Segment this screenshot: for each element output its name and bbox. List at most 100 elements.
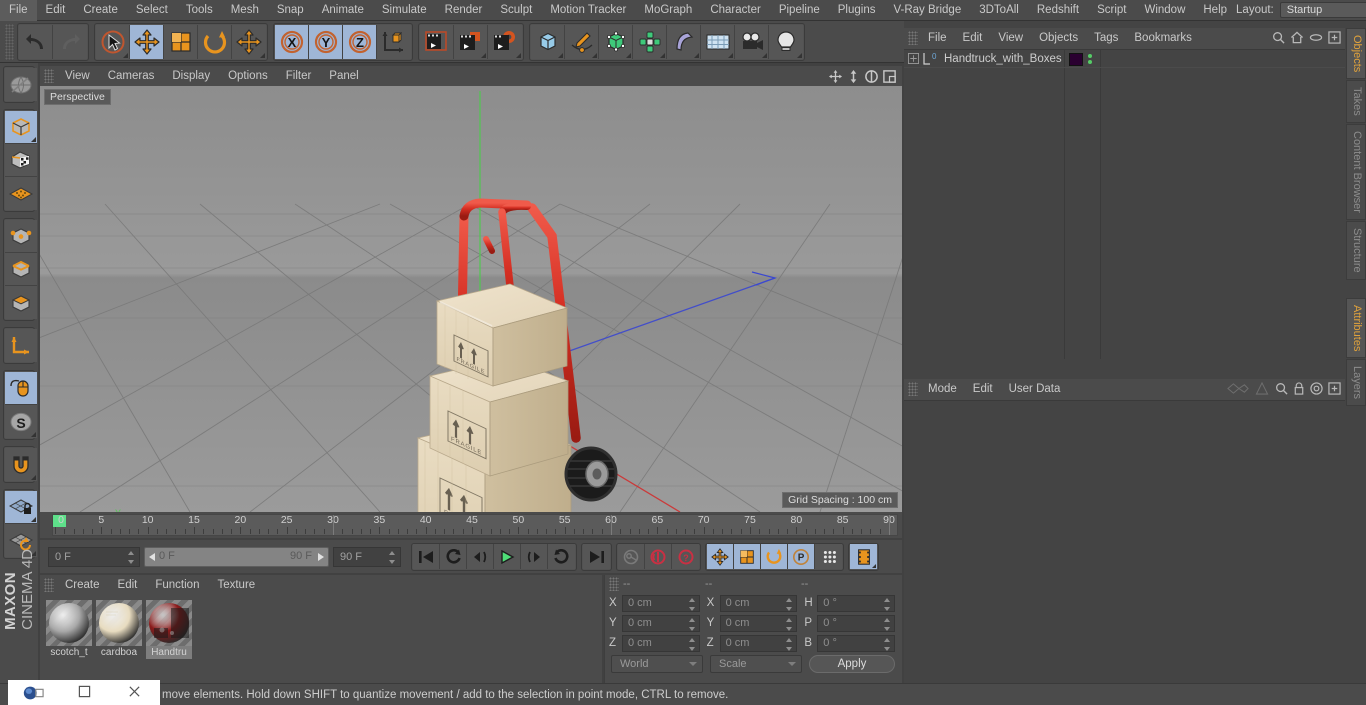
viewport-menu-display[interactable]: Display bbox=[163, 70, 219, 82]
spinner-icon[interactable] bbox=[884, 637, 891, 651]
spinner-icon[interactable] bbox=[389, 550, 396, 564]
size-mode-dropdown[interactable]: Scale bbox=[710, 655, 802, 673]
ellipse-icon[interactable] bbox=[1309, 31, 1323, 44]
move-duplicate-tool[interactable] bbox=[232, 24, 266, 59]
step-forward-button[interactable] bbox=[521, 544, 548, 569]
object-manager-grip[interactable] bbox=[908, 30, 918, 45]
material-preview[interactable] bbox=[46, 600, 92, 646]
position-y-field[interactable]: 0 cm bbox=[621, 614, 700, 632]
material-preview[interactable] bbox=[96, 600, 142, 646]
close-window-icon[interactable] bbox=[109, 685, 160, 701]
material-preview[interactable] bbox=[146, 600, 192, 646]
object-menu-file[interactable]: File bbox=[920, 32, 955, 44]
go-to-start-button[interactable] bbox=[413, 544, 440, 569]
material-menu-texture[interactable]: Texture bbox=[208, 579, 264, 591]
menu-item-mograph[interactable]: MoGraph bbox=[635, 0, 701, 21]
lock-z-axis[interactable]: Z bbox=[343, 24, 377, 59]
material-menu-create[interactable]: Create bbox=[56, 579, 109, 591]
current-frame-input[interactable]: 0 F bbox=[48, 546, 140, 567]
rotation-b-field[interactable]: 0 ° bbox=[817, 634, 896, 652]
undo-button[interactable] bbox=[19, 24, 53, 59]
toolbar-grip[interactable] bbox=[5, 23, 14, 60]
object-tag-swatch[interactable] bbox=[1069, 53, 1083, 66]
polygons-mode-button[interactable] bbox=[5, 286, 37, 319]
soft-selection-button[interactable]: S bbox=[5, 405, 37, 438]
play-button[interactable] bbox=[494, 544, 521, 569]
cinema4d-icon[interactable] bbox=[8, 684, 59, 701]
step-back-button[interactable] bbox=[467, 544, 494, 569]
viewport-grip[interactable] bbox=[44, 69, 54, 83]
add-spline-pen[interactable] bbox=[565, 24, 599, 59]
object-menu-view[interactable]: View bbox=[990, 32, 1031, 44]
material-menu-edit[interactable]: Edit bbox=[109, 579, 147, 591]
add-scene-floor[interactable] bbox=[701, 24, 735, 59]
autokeying-button[interactable] bbox=[645, 544, 672, 569]
dolly-view-icon[interactable] bbox=[846, 69, 861, 84]
spinner-icon[interactable] bbox=[688, 637, 696, 651]
menu-item-render[interactable]: Render bbox=[436, 0, 492, 21]
record-active-objects-button[interactable] bbox=[618, 544, 645, 569]
record-parameter-button[interactable]: P bbox=[788, 544, 815, 569]
live-selection-tool[interactable] bbox=[96, 24, 130, 59]
cone-icon[interactable] bbox=[1254, 382, 1270, 395]
menu-item-redshift[interactable]: Redshift bbox=[1028, 0, 1088, 21]
lock-y-axis[interactable]: Y bbox=[309, 24, 343, 59]
object-menu-bookmarks[interactable]: Bookmarks bbox=[1126, 32, 1200, 44]
search-icon[interactable] bbox=[1275, 382, 1288, 395]
add-generator[interactable] bbox=[599, 24, 633, 59]
rotation-p-field[interactable]: 0 ° bbox=[817, 614, 896, 632]
lock-icon[interactable] bbox=[1293, 382, 1305, 395]
maximize-view-icon[interactable] bbox=[882, 69, 897, 84]
add-primitive-cube[interactable] bbox=[531, 24, 565, 59]
menu-item-window[interactable]: Window bbox=[1135, 0, 1194, 21]
lock-workplane-button[interactable] bbox=[5, 491, 37, 524]
size-x-field[interactable]: 0 cm bbox=[719, 594, 798, 612]
move-tool[interactable] bbox=[130, 24, 164, 59]
object-axis-mode-button[interactable] bbox=[5, 329, 37, 362]
perspective-viewport[interactable]: Perspective Grid Spacing : 100 cm FRAGIL… bbox=[40, 86, 902, 512]
previous-key-button[interactable] bbox=[440, 544, 467, 569]
add-light[interactable] bbox=[769, 24, 803, 59]
spinner-icon[interactable] bbox=[786, 597, 793, 611]
attribute-menu-mode[interactable]: Mode bbox=[920, 383, 965, 395]
render-region-button[interactable] bbox=[454, 24, 488, 59]
vertical-tab-structure[interactable]: Structure bbox=[1346, 220, 1366, 280]
spinner-icon[interactable] bbox=[128, 550, 135, 564]
render-settings-button[interactable] bbox=[488, 24, 522, 59]
home-icon[interactable] bbox=[1290, 31, 1304, 44]
undo-view-tool[interactable] bbox=[5, 68, 37, 101]
points-mode-button[interactable] bbox=[5, 220, 37, 253]
vertical-tab-attributes[interactable]: Attributes bbox=[1346, 297, 1366, 359]
visibility-dots-icon[interactable] bbox=[1086, 52, 1094, 69]
edges-mode-button[interactable] bbox=[5, 253, 37, 286]
menu-item-v-ray-bridge[interactable]: V-Ray Bridge bbox=[884, 0, 970, 21]
viewport-menu-panel[interactable]: Panel bbox=[320, 70, 367, 82]
object-row[interactable]: 0 Handtruck_with_Boxes bbox=[904, 50, 1345, 68]
layout-select[interactable]: Startup bbox=[1279, 2, 1366, 18]
material-cardboa[interactable]: cardboa bbox=[96, 600, 142, 659]
model-mode-button[interactable] bbox=[5, 111, 37, 144]
size-y-field[interactable]: 0 cm bbox=[719, 614, 798, 632]
preview-range-slider[interactable]: 0 F 90 F bbox=[144, 546, 329, 567]
menu-item-plugins[interactable]: Plugins bbox=[829, 0, 885, 21]
menu-item-help[interactable]: Help bbox=[1194, 0, 1236, 21]
keyframe-selection-button[interactable]: ? bbox=[672, 544, 699, 569]
range-left-arrow-icon[interactable] bbox=[149, 552, 155, 561]
material-scotch_t[interactable]: scotch_t bbox=[46, 600, 92, 659]
viewport-menu-view[interactable]: View bbox=[56, 70, 99, 82]
rotate-view-icon[interactable] bbox=[864, 69, 879, 84]
object-menu-objects[interactable]: Objects bbox=[1031, 32, 1086, 44]
range-right-arrow-icon[interactable] bbox=[318, 552, 324, 561]
object-menu-tags[interactable]: Tags bbox=[1086, 32, 1126, 44]
vertical-tab-objects[interactable]: Objects bbox=[1346, 28, 1366, 80]
timeline-toggle-button[interactable] bbox=[850, 544, 877, 569]
coord-system-dropdown[interactable]: World bbox=[611, 655, 703, 673]
timeline-track[interactable]: 051015202530354045505560657075808590 bbox=[52, 514, 898, 536]
menu-item-pipeline[interactable]: Pipeline bbox=[770, 0, 829, 21]
material-menu-function[interactable]: Function bbox=[146, 579, 208, 591]
menu-item-tools[interactable]: Tools bbox=[177, 0, 222, 21]
add-icon[interactable] bbox=[1328, 382, 1341, 395]
vertical-tab-content-browser[interactable]: Content Browser bbox=[1346, 124, 1366, 220]
size-z-field[interactable]: 0 cm bbox=[719, 634, 798, 652]
next-key-button[interactable] bbox=[548, 544, 575, 569]
